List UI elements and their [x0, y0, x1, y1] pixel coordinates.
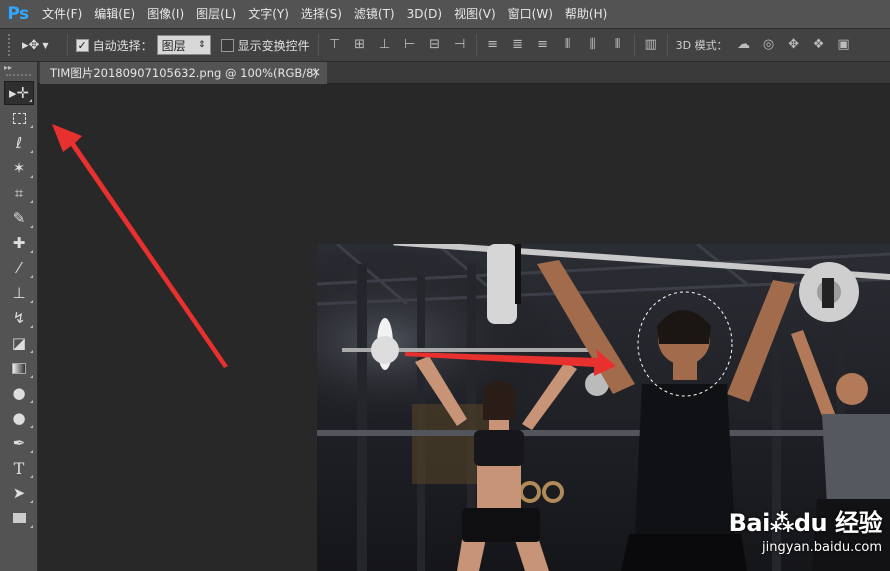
- chevron-down-icon: ▼: [42, 40, 49, 50]
- 3d-rotate-icon[interactable]: ☁: [736, 37, 752, 53]
- marquee-tool-icon[interactable]: [4, 106, 34, 130]
- auto-align-icon[interactable]: ▥: [643, 37, 659, 53]
- move-tool-icon[interactable]: ▸✛: [4, 81, 34, 105]
- watermark-brand: Bai⁂du 经验: [728, 509, 883, 537]
- gradient-tool-icon[interactable]: [4, 356, 34, 380]
- blur-tool-icon[interactable]: ●: [4, 381, 34, 405]
- path-selection-tool-icon[interactable]: ➤: [4, 481, 34, 505]
- menu-3d[interactable]: 3D(D): [401, 0, 448, 28]
- show-transform-checkbox[interactable]: [220, 38, 234, 52]
- 3d-scale-icon[interactable]: ▣: [836, 37, 852, 53]
- align-bottom-icon[interactable]: ⊥: [377, 37, 393, 53]
- 3d-slide-icon[interactable]: ❖: [811, 37, 827, 53]
- menu-image[interactable]: 图像(I): [141, 0, 190, 28]
- menu-filter[interactable]: 滤镜(T): [348, 0, 401, 28]
- magic-wand-tool-icon[interactable]: ✶: [4, 156, 34, 180]
- divider: [666, 34, 668, 56]
- auto-select-checkbox[interactable]: ✓: [75, 38, 89, 52]
- tools-panel-grip[interactable]: [6, 74, 31, 80]
- document-tab-title: TIM图片20180907105632.png @ 100%(RGB/8): [50, 66, 318, 80]
- crop-tool-icon[interactable]: ⌗: [4, 181, 34, 205]
- 3d-roll-icon[interactable]: ◎: [761, 37, 777, 53]
- divider: [475, 34, 477, 56]
- distribute-vcenter-icon[interactable]: ≣: [510, 37, 526, 53]
- dodge-tool-icon[interactable]: ●: [4, 406, 34, 430]
- menu-file[interactable]: 文件(F): [36, 0, 88, 28]
- eraser-tool-icon[interactable]: ◪: [4, 331, 34, 355]
- tools-panel: ▸▸ ▸✛ ℓ ✶ ⌗ ✎ ✚ ⁄ ⊥ ↯ ◪ ● ● ✒ T ➤: [0, 62, 38, 571]
- 3d-pan-icon[interactable]: ✥: [786, 37, 802, 53]
- document-tab-strip: TIM图片20180907105632.png @ 100%(RGB/8) ×: [38, 62, 890, 84]
- align-left-icon[interactable]: ⊢: [402, 37, 418, 53]
- menu-window[interactable]: 窗口(W): [502, 0, 559, 28]
- 3d-mode-group: ☁ ◎ ✥ ❖ ▣: [736, 37, 852, 53]
- rectangle-tool-icon[interactable]: [4, 506, 34, 530]
- close-icon[interactable]: ×: [311, 65, 321, 79]
- options-bar-grip[interactable]: [8, 34, 12, 56]
- menu-edit[interactable]: 编辑(E): [88, 0, 141, 28]
- brush-tool-icon[interactable]: ⁄: [4, 256, 34, 280]
- distribute-bottom-icon[interactable]: ≡: [535, 37, 551, 53]
- menu-select[interactable]: 选择(S): [295, 0, 348, 28]
- document-tab[interactable]: TIM图片20180907105632.png @ 100%(RGB/8) ×: [40, 62, 327, 84]
- align-hcenter-icon[interactable]: ⊟: [427, 37, 443, 53]
- options-bar: ▸✥ ▼ ✓ 自动选择： 图层 ⇕ 显示变换控件 ⊤ ⊞ ⊥ ⊢ ⊟ ⊣ ≡ ≣…: [0, 28, 890, 62]
- auto-select-target-dropdown[interactable]: 图层 ⇕: [156, 35, 211, 55]
- align-vcenter-icon[interactable]: ⊞: [352, 37, 368, 53]
- auto-select-target-value: 图层: [161, 38, 186, 53]
- distribute-top-icon[interactable]: ≡: [485, 37, 501, 53]
- 3d-mode-label: 3D 模式：: [675, 39, 728, 52]
- auto-select-label: 自动选择：: [92, 38, 153, 53]
- tool-preset-picker[interactable]: ▸✥ ▼: [22, 38, 49, 53]
- menu-type[interactable]: 文字(Y): [242, 0, 295, 28]
- distribute-right-icon[interactable]: ⫴: [610, 37, 626, 53]
- menu-view[interactable]: 视图(V): [448, 0, 502, 28]
- align-right-icon[interactable]: ⊣: [452, 37, 468, 53]
- distribute-group: ≡ ≣ ≡ ⫴ ⫼ ⫴: [485, 37, 626, 53]
- show-transform-label: 显示变换控件: [237, 38, 310, 53]
- divider: [66, 34, 68, 56]
- clone-stamp-tool-icon[interactable]: ⊥: [4, 281, 34, 305]
- watermark-url: jingyan.baidu.com: [762, 540, 882, 555]
- distribute-hcenter-icon[interactable]: ⫼: [585, 37, 601, 53]
- menu-bar: Ps 文件(F) 编辑(E) 图像(I) 图层(L) 文字(Y) 选择(S) 滤…: [0, 0, 890, 28]
- updown-arrow-icon: ⇕: [198, 40, 206, 50]
- menu-help[interactable]: 帮助(H): [559, 0, 613, 28]
- divider: [633, 34, 635, 56]
- type-tool-icon[interactable]: T: [4, 456, 34, 480]
- distribute-left-icon[interactable]: ⫴: [560, 37, 576, 53]
- pen-tool-icon[interactable]: ✒: [4, 431, 34, 455]
- align-group: ⊤ ⊞ ⊥ ⊢ ⊟ ⊣: [327, 37, 468, 53]
- healing-brush-tool-icon[interactable]: ✚: [4, 231, 34, 255]
- lasso-tool-icon[interactable]: ℓ: [4, 131, 34, 155]
- history-brush-tool-icon[interactable]: ↯: [4, 306, 34, 330]
- photoshop-logo[interactable]: Ps: [0, 0, 36, 28]
- menu-layer[interactable]: 图层(L): [190, 0, 242, 28]
- baidu-watermark: Bai⁂du 经验 jingyan.baidu.com: [728, 503, 883, 555]
- align-top-icon[interactable]: ⊤: [327, 37, 343, 53]
- eyedropper-tool-icon[interactable]: ✎: [4, 206, 34, 230]
- collapse-panel-icon[interactable]: ▸▸: [0, 62, 37, 74]
- divider: [317, 34, 319, 56]
- document-image[interactable]: Bai⁂du 经验 jingyan.baidu.com: [317, 244, 890, 571]
- move-tool-icon: ▸✥: [22, 37, 40, 53]
